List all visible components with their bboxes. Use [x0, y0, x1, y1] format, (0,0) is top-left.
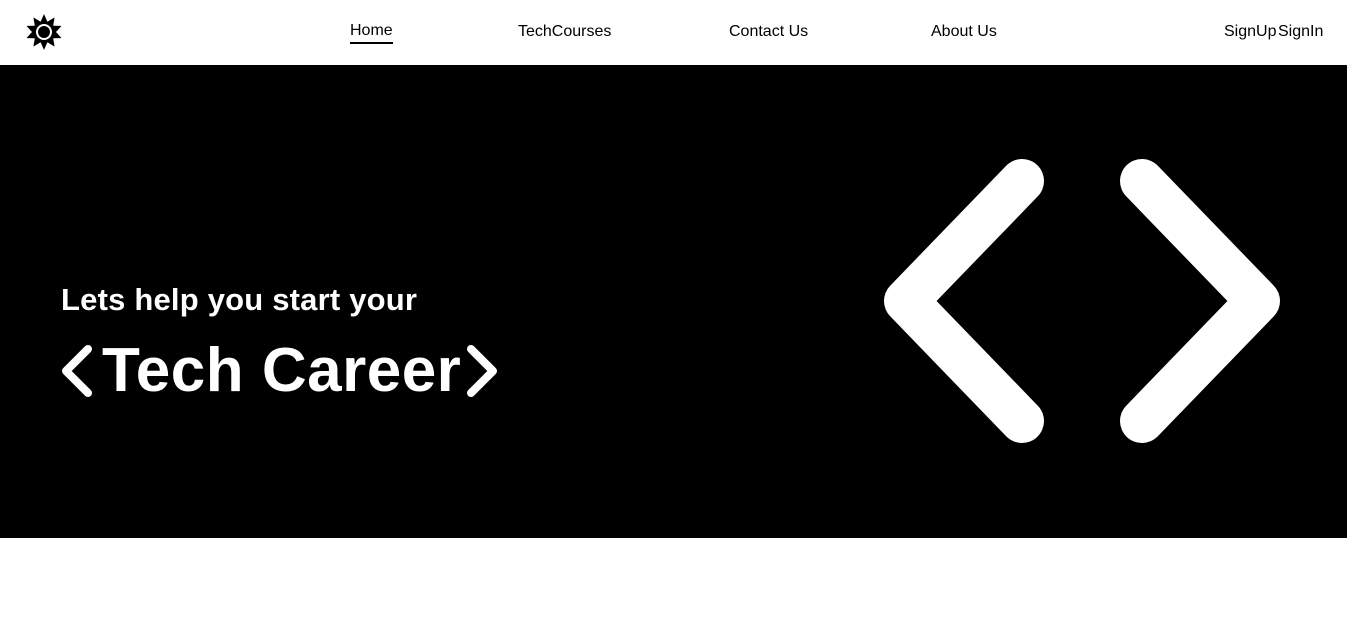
- hero-subtitle: Lets help you start your: [61, 282, 418, 317]
- nav-link-home[interactable]: Home: [350, 21, 393, 44]
- code-brackets-icon: [876, 157, 1288, 445]
- nav-link-techcourses[interactable]: TechCourses: [518, 22, 611, 42]
- hero-title-text: Tech Career: [102, 336, 462, 405]
- signup-link[interactable]: SignUp: [1224, 22, 1276, 42]
- signin-link[interactable]: SignIn: [1278, 22, 1323, 42]
- top-navbar: Home TechCourses Contact Us About Us Sig…: [0, 0, 1347, 65]
- hero-banner: Lets help you start your Tech Career: [0, 65, 1347, 538]
- chevron-right-icon: [465, 341, 501, 401]
- nav-link-contact-us[interactable]: Contact Us: [729, 22, 808, 42]
- chevron-left-icon: [58, 341, 94, 401]
- hero-title: Tech Career: [58, 336, 501, 406]
- logo-icon[interactable]: [26, 14, 62, 50]
- gear-sun-icon: [26, 14, 62, 50]
- nav-link-about-us[interactable]: About Us: [931, 22, 997, 42]
